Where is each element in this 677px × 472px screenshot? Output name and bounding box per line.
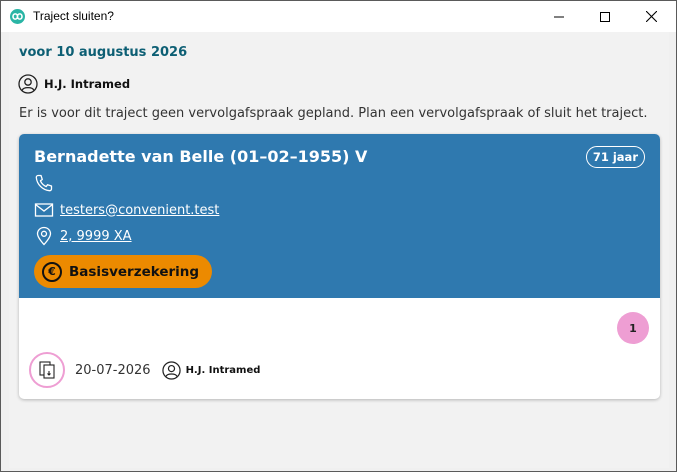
practitioner: H.J. Intramed (161, 360, 261, 380)
location-pin-icon (34, 226, 54, 246)
client-card-header: Bernadette van Belle (01–02–1955) V 71 j… (19, 134, 660, 298)
client-card[interactable]: Bernadette van Belle (01–02–1955) V 71 j… (19, 134, 660, 399)
maximize-icon (600, 11, 610, 22)
app-logo-icon (10, 9, 25, 24)
date-heading: voor 10 augustus 2026 (19, 45, 188, 60)
close-icon (645, 11, 657, 22)
appointment-count-badge: 1 (617, 312, 649, 344)
dialog-window: Traject sluiten? voor 10 augustus 2026 H… (0, 0, 677, 472)
close-button[interactable] (628, 1, 674, 32)
euro-icon: € (42, 261, 62, 282)
phone-icon (34, 173, 54, 193)
owner-name: H.J. Intramed (44, 77, 131, 91)
address-row[interactable]: 2, 9999 XA (34, 225, 132, 247)
info-message: Er is voor dit traject geen vervolgafspr… (19, 106, 648, 121)
owner-row: H.J. Intramed (18, 73, 130, 95)
appointment-row[interactable]: 20-07-2026 H.J. Intramed (29, 352, 260, 388)
insurance-badge[interactable]: € Basisverzekering (34, 255, 213, 288)
phone-row[interactable] (34, 172, 60, 194)
client-name: Bernadette van Belle (01–02–1955) V (34, 147, 368, 166)
email-row[interactable]: testers@convenient.test (34, 199, 219, 221)
email-link[interactable]: testers@convenient.test (60, 203, 219, 218)
dialog-content: voor 10 augustus 2026 H.J. Intramed Er i… (9, 32, 669, 468)
document-icon (29, 352, 65, 388)
age-badge: 71 jaar (585, 146, 645, 168)
mail-icon (34, 200, 54, 220)
practitioner-name: H.J. Intramed (185, 364, 261, 376)
address-link[interactable]: 2, 9999 XA (60, 229, 132, 244)
user-icon (161, 360, 181, 380)
minimize-button[interactable] (536, 1, 582, 32)
appointment-date: 20-07-2026 (75, 362, 151, 378)
user-icon (18, 74, 38, 94)
insurance-label: Basisverzekering (69, 263, 200, 280)
title-bar: Traject sluiten? (1, 1, 676, 32)
minimize-icon (554, 16, 564, 17)
maximize-button[interactable] (582, 1, 628, 32)
window-title: Traject sluiten? (33, 9, 114, 23)
